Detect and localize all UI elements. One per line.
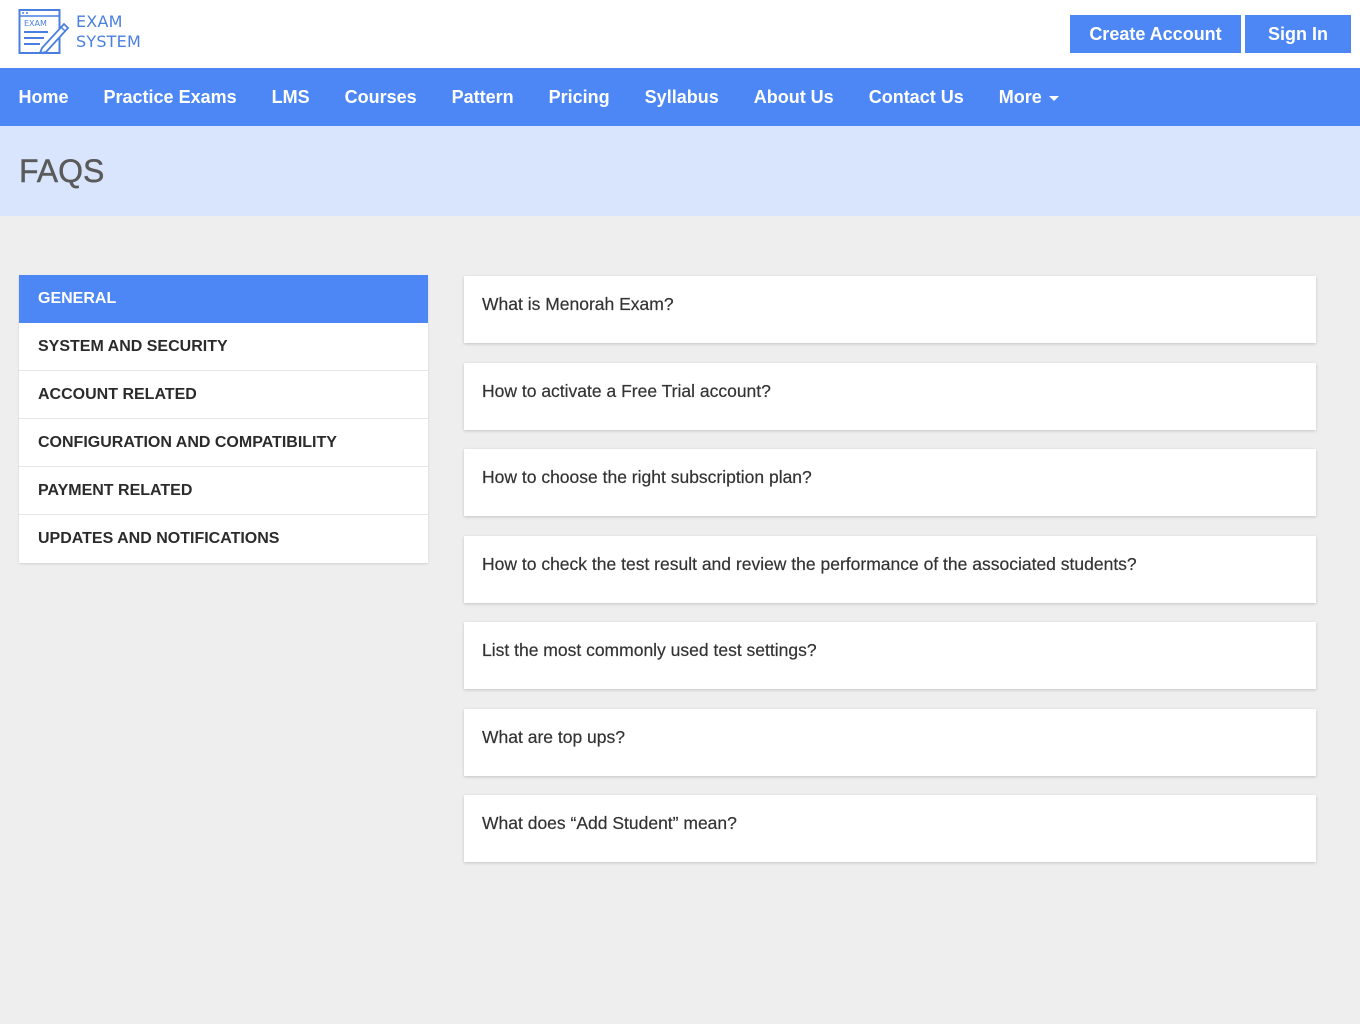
faq-question: How to choose the right subscription pla… (482, 467, 812, 487)
faq-category-list: GENERAL SYSTEM AND SECURITY ACCOUNT RELA… (19, 275, 428, 563)
main-nav: Home Practice Exams LMS Courses Pattern … (0, 68, 1360, 126)
category-system-and-security[interactable]: SYSTEM AND SECURITY (19, 323, 428, 371)
faq-question: List the most commonly used test setting… (482, 640, 817, 660)
nav-item-courses[interactable]: Courses (327, 68, 434, 126)
nav-item-contact-us[interactable]: Contact Us (851, 68, 981, 126)
nav-item-practice-exams[interactable]: Practice Exams (86, 68, 254, 126)
nav-item-label: Home (18, 86, 69, 107)
page-title: FAQS (19, 153, 105, 189)
sign-in-button[interactable]: Sign In (1245, 15, 1351, 53)
nav-item-more-dropdown[interactable]: More (981, 68, 1076, 126)
faq-item[interactable]: What does “Add Student” mean? (464, 795, 1316, 862)
faq-question: What is Menorah Exam? (482, 294, 674, 314)
faq-question: How to check the test result and review … (482, 553, 1137, 574)
nav-item-syllabus[interactable]: Syllabus (627, 68, 736, 126)
caret-down-icon (1048, 95, 1059, 101)
faq-item[interactable]: What are top ups? (464, 708, 1316, 776)
exam-document-pencil-icon: EXAM (18, 9, 70, 55)
nav-item-label: Practice Exams (103, 86, 237, 107)
category-payment-related[interactable]: PAYMENT RELATED (19, 467, 428, 515)
site-logo[interactable]: EXAM EXAM SYSTEM (18, 8, 141, 56)
nav-item-home[interactable]: Home (1, 68, 86, 126)
nav-list: Home Practice Exams LMS Courses Pattern … (0, 68, 1360, 126)
nav-item-label: Syllabus (644, 86, 719, 107)
nav-item-label: Pattern (451, 86, 514, 107)
faq-item[interactable]: How to activate a Free Trial account? (464, 362, 1316, 430)
category-updates-and-notifications[interactable]: UPDATES AND NOTIFICATIONS (19, 515, 428, 563)
page-title-band: FAQS (0, 126, 1360, 216)
nav-item-lms[interactable]: LMS (254, 68, 327, 126)
faq-item[interactable]: List the most commonly used test setting… (464, 622, 1316, 689)
faq-question: What does “Add Student” mean? (482, 813, 737, 833)
nav-item-label: Pricing (548, 86, 610, 107)
nav-item-label: Courses (344, 86, 417, 107)
nav-item-label: Contact Us (868, 86, 964, 107)
create-account-button[interactable]: Create Account (1070, 15, 1241, 53)
faq-item[interactable]: What is Menorah Exam? (464, 276, 1316, 343)
faq-item[interactable]: How to check the test result and review … (464, 535, 1316, 603)
logo-line-1: EXAM (76, 12, 123, 31)
top-header: EXAM EXAM SYSTEM Create Account Sign In (0, 0, 1360, 68)
logo-line-2: SYSTEM (76, 32, 141, 51)
nav-item-about-us[interactable]: About Us (736, 68, 851, 126)
faq-question-list: What is Menorah Exam? How to activate a … (464, 276, 1316, 882)
category-configuration-and-compatibility[interactable]: CONFIGURATION AND COMPATIBILITY (19, 419, 428, 467)
nav-item-label: More (998, 86, 1042, 107)
faq-item[interactable]: How to choose the right subscription pla… (464, 449, 1316, 516)
nav-item-pattern[interactable]: Pattern (434, 68, 531, 126)
nav-item-pricing[interactable]: Pricing (531, 68, 627, 126)
logo-wordmark: EXAM SYSTEM (76, 12, 141, 52)
logo-mark-word: EXAM (24, 19, 47, 28)
category-general[interactable]: GENERAL (19, 275, 428, 323)
nav-item-label: LMS (271, 86, 310, 107)
faq-question: How to activate a Free Trial account? (482, 380, 771, 401)
nav-item-label: About Us (753, 86, 834, 107)
category-account-related[interactable]: ACCOUNT RELATED (19, 371, 428, 419)
faq-question: What are top ups? (482, 726, 625, 747)
